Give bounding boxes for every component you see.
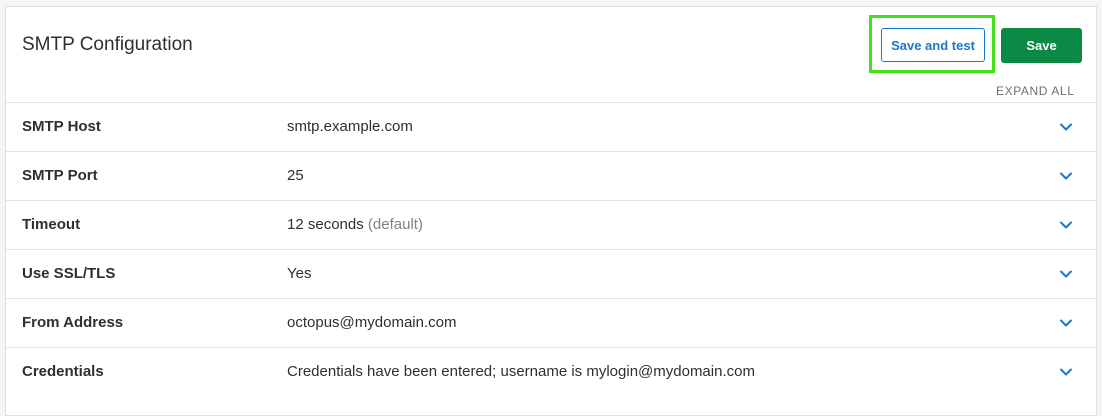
page-title: SMTP Configuration — [22, 34, 193, 55]
setting-row-smtp-host[interactable]: SMTP Host smtp.example.com — [6, 102, 1096, 151]
setting-value-text: Yes — [287, 265, 312, 282]
save-and-test-button[interactable]: Save and test — [881, 28, 985, 62]
chevron-down-icon[interactable] — [1058, 266, 1074, 282]
setting-value-text: Credentials have been entered; username … — [287, 363, 755, 380]
setting-value-text: 12 seconds — [287, 216, 364, 233]
setting-label: From Address — [22, 314, 124, 331]
chevron-down-icon[interactable] — [1058, 168, 1074, 184]
setting-value: 25 — [287, 167, 304, 184]
setting-label: SMTP Host — [22, 118, 101, 135]
setting-value-text: octopus@mydomain.com — [287, 314, 457, 331]
chevron-down-icon[interactable] — [1058, 315, 1074, 331]
setting-value: Credentials have been entered; username … — [287, 363, 755, 380]
setting-label: Credentials — [22, 363, 104, 380]
setting-value-text: 25 — [287, 167, 304, 184]
setting-value-text: smtp.example.com — [287, 118, 413, 135]
setting-value: 12 seconds (default) — [287, 216, 423, 233]
setting-row-use-ssl-tls[interactable]: Use SSL/TLS Yes — [6, 249, 1096, 298]
card-header: SMTP Configuration Save and test Save EX… — [6, 7, 1096, 102]
save-button[interactable]: Save — [1001, 28, 1082, 63]
setting-row-timeout[interactable]: Timeout 12 seconds (default) — [6, 200, 1096, 249]
setting-label: SMTP Port — [22, 167, 98, 184]
default-hint: (default) — [367, 216, 423, 233]
chevron-down-icon[interactable] — [1058, 217, 1074, 233]
setting-label: Timeout — [22, 216, 81, 233]
setting-row-from-address[interactable]: From Address octopus@mydomain.com — [6, 298, 1096, 347]
chevron-down-icon[interactable] — [1058, 364, 1074, 380]
setting-row-smtp-port[interactable]: SMTP Port 25 — [6, 151, 1096, 200]
setting-value: smtp.example.com — [287, 118, 413, 135]
setting-row-credentials[interactable]: Credentials Credentials have been entere… — [6, 347, 1096, 396]
setting-label: Use SSL/TLS — [22, 265, 116, 282]
chevron-down-icon[interactable] — [1058, 119, 1074, 135]
smtp-configuration-card: SMTP Configuration Save and test Save EX… — [5, 6, 1097, 416]
expand-all-link[interactable]: EXPAND ALL — [996, 84, 1074, 98]
setting-value: Yes — [287, 265, 311, 282]
setting-value: octopus@mydomain.com — [287, 314, 456, 331]
settings-list: SMTP Host smtp.example.com SMTP Port 25 … — [6, 102, 1096, 396]
